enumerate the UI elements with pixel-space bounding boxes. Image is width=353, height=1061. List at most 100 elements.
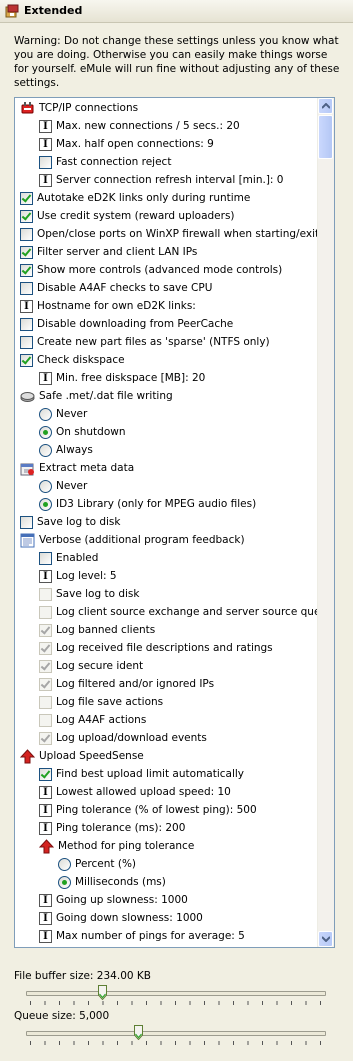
- checkbox[interactable]: [39, 731, 52, 745]
- setting-item[interactable]: Never: [39, 405, 334, 423]
- vertical-scrollbar[interactable]: [317, 98, 334, 947]
- settings-tree[interactable]: TCP/IP connections Max. new connections /…: [14, 97, 335, 948]
- setting-item[interactable]: Extract meta data: [20, 459, 334, 477]
- setting-item[interactable]: Log received file descriptions and ratin…: [39, 639, 334, 657]
- checkbox[interactable]: [20, 227, 33, 241]
- setting-item[interactable]: Never: [39, 477, 334, 495]
- checkbox[interactable]: [39, 605, 52, 619]
- radio-button[interactable]: [39, 479, 52, 493]
- checkbox[interactable]: [39, 677, 52, 691]
- scroll-down-button[interactable]: [318, 931, 333, 947]
- setting-item[interactable]: Log secure ident: [39, 657, 334, 675]
- edit-value-icon[interactable]: [39, 821, 52, 835]
- setting-item[interactable]: Always: [39, 441, 334, 459]
- setting-item[interactable]: Max number of pings for average: 5: [39, 927, 334, 945]
- edit-value-icon[interactable]: [39, 137, 52, 151]
- checkbox[interactable]: [20, 209, 33, 223]
- edit-value-icon[interactable]: [20, 299, 33, 313]
- setting-item[interactable]: Open/close ports on WinXP firewall when …: [20, 225, 334, 243]
- radio-button[interactable]: [39, 407, 52, 421]
- setting-item[interactable]: Ping tolerance (ms): 200: [39, 819, 334, 837]
- scroll-up-button[interactable]: [318, 98, 333, 114]
- edit-value-icon[interactable]: [39, 803, 52, 817]
- setting-item[interactable]: Log client source exchange and server so…: [39, 603, 334, 621]
- setting-item[interactable]: Percent (%): [58, 855, 334, 873]
- setting-item[interactable]: Fast connection reject: [39, 153, 334, 171]
- setting-label: Ping tolerance (ms): 200: [56, 822, 186, 834]
- setting-item[interactable]: Log file save actions: [39, 693, 334, 711]
- setting-item[interactable]: Disable A4AF checks to save CPU: [20, 279, 334, 297]
- edit-value-icon[interactable]: [39, 929, 52, 943]
- queue-size-slider[interactable]: [22, 1022, 330, 1048]
- setting-item[interactable]: Create new part files as 'sparse' (NTFS …: [20, 333, 334, 351]
- setting-item[interactable]: Server connection refresh interval [min.…: [39, 171, 334, 189]
- setting-item[interactable]: Save log to disk: [39, 585, 334, 603]
- checkbox[interactable]: [39, 641, 52, 655]
- edit-value-icon[interactable]: [39, 569, 52, 583]
- checkbox[interactable]: [20, 191, 33, 205]
- checkbox[interactable]: [39, 713, 52, 727]
- checkbox[interactable]: [39, 623, 52, 637]
- setting-item[interactable]: ID3 Library (only for MPEG audio files): [39, 495, 334, 513]
- checkbox[interactable]: [39, 155, 52, 169]
- checkbox[interactable]: [20, 353, 33, 367]
- checkbox[interactable]: [39, 767, 52, 781]
- setting-item[interactable]: Show more controls (advanced mode contro…: [20, 261, 334, 279]
- setting-item[interactable]: Upload SpeedSense: [19, 747, 334, 765]
- checkbox[interactable]: [39, 551, 52, 565]
- radio-button[interactable]: [39, 443, 52, 457]
- file-buffer-slider[interactable]: [22, 982, 330, 1008]
- setting-item[interactable]: On shutdown: [39, 423, 334, 441]
- radio-button[interactable]: [58, 857, 71, 871]
- setting-item[interactable]: Hostname for own eD2K links:: [20, 297, 334, 315]
- setting-item[interactable]: Max. half open connections: 9: [39, 135, 334, 153]
- edit-value-icon[interactable]: [39, 371, 52, 385]
- scroll-thumb[interactable]: [318, 115, 333, 159]
- setting-item[interactable]: Save log to disk: [20, 513, 334, 531]
- setting-item[interactable]: Lowest allowed upload speed: 10: [39, 783, 334, 801]
- radio-button[interactable]: [39, 425, 52, 439]
- setting-item[interactable]: TCP/IP connections: [20, 99, 334, 117]
- setting-item[interactable]: Log banned clients: [39, 621, 334, 639]
- checkbox[interactable]: [39, 587, 52, 601]
- setting-item[interactable]: Log A4AF actions: [39, 711, 334, 729]
- setting-item[interactable]: Find best upload limit automatically: [39, 765, 334, 783]
- edit-value-icon[interactable]: [39, 119, 52, 133]
- checkbox[interactable]: [20, 317, 33, 331]
- setting-label: Lowest allowed upload speed: 10: [56, 786, 231, 798]
- checkbox[interactable]: [20, 515, 33, 529]
- setting-label: Going down slowness: 1000: [56, 912, 203, 924]
- checkbox[interactable]: [39, 659, 52, 673]
- setting-item[interactable]: Log filtered and/or ignored IPs: [39, 675, 334, 693]
- setting-item[interactable]: Going up slowness: 1000: [39, 891, 334, 909]
- setting-item[interactable]: Verbose (additional program feedback): [20, 531, 334, 549]
- queue-size-slider-thumb[interactable]: [133, 1025, 143, 1040]
- radio-button[interactable]: [58, 875, 71, 889]
- setting-item[interactable]: Enabled: [39, 549, 334, 567]
- setting-item[interactable]: Autotake eD2K links only during runtime: [20, 189, 334, 207]
- edit-value-icon[interactable]: [39, 173, 52, 187]
- setting-item[interactable]: Min. free diskspace [MB]: 20: [39, 369, 334, 387]
- edit-value-icon[interactable]: [39, 785, 52, 799]
- setting-item[interactable]: Method for ping tolerance: [38, 837, 334, 855]
- checkbox[interactable]: [20, 245, 33, 259]
- setting-item[interactable]: Ping tolerance (% of lowest ping): 500: [39, 801, 334, 819]
- setting-item[interactable]: Log level: 5: [39, 567, 334, 585]
- setting-item[interactable]: Safe .met/.dat file writing: [20, 387, 334, 405]
- checkbox[interactable]: [39, 695, 52, 709]
- setting-item[interactable]: Milliseconds (ms): [58, 873, 334, 891]
- checkbox[interactable]: [20, 335, 33, 349]
- file-buffer-slider-thumb[interactable]: [98, 985, 108, 1000]
- edit-value-icon[interactable]: [39, 893, 52, 907]
- edit-value-icon[interactable]: [39, 911, 52, 925]
- setting-item[interactable]: Disable downloading from PeerCache: [20, 315, 334, 333]
- radio-button[interactable]: [39, 497, 52, 511]
- setting-item[interactable]: Log upload/download events: [39, 729, 334, 747]
- setting-item[interactable]: Use credit system (reward uploaders): [20, 207, 334, 225]
- checkbox[interactable]: [20, 263, 33, 277]
- setting-item[interactable]: Check diskspace: [20, 351, 334, 369]
- setting-item[interactable]: Max. new connections / 5 secs.: 20: [39, 117, 334, 135]
- setting-item[interactable]: Filter server and client LAN IPs: [20, 243, 334, 261]
- checkbox[interactable]: [20, 281, 33, 295]
- setting-item[interactable]: Going down slowness: 1000: [39, 909, 334, 927]
